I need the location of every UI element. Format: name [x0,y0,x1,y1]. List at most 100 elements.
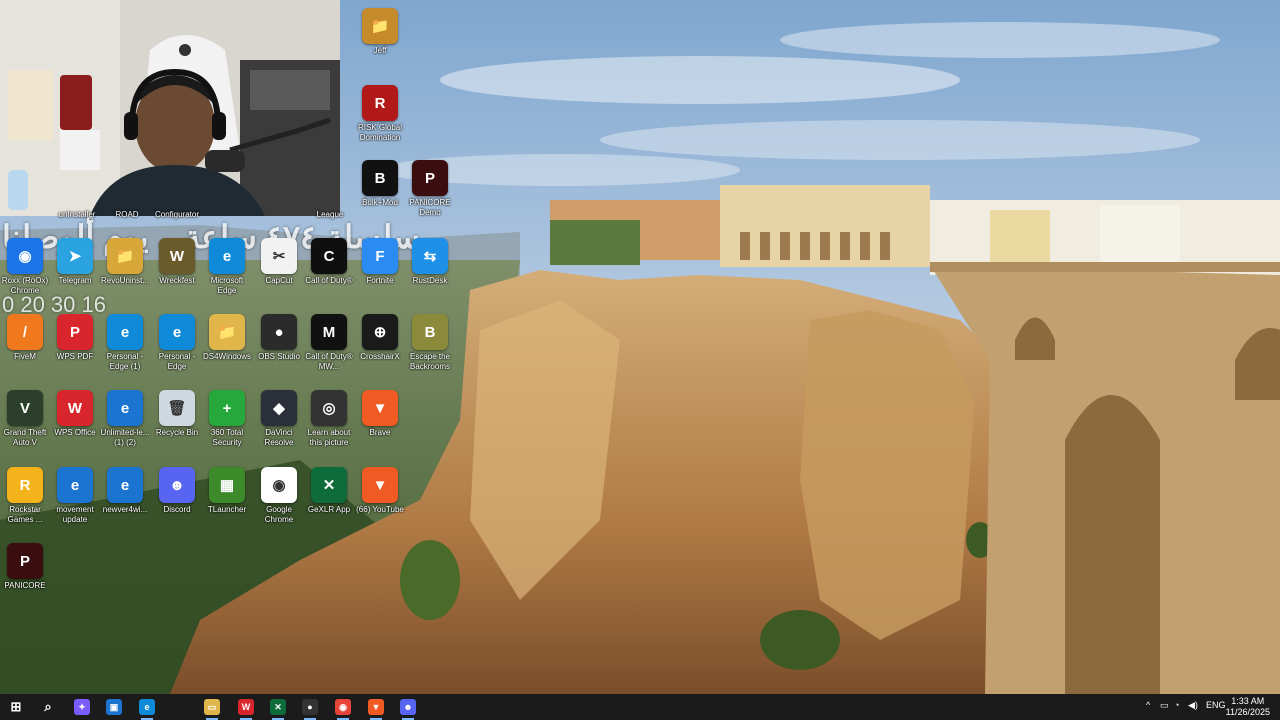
desktop-icon-panicore[interactable]: P PANICORE [0,543,50,591]
taskbar-obs-button[interactable]: ● [300,697,320,720]
taskbar-store-button[interactable]: ▣ [104,697,124,717]
desktop-icon-label: movement update [56,505,94,524]
desktop-icon-jeff[interactable]: 📁 Jeff [355,8,405,56]
ds4-icon: 📁 [209,314,245,350]
cod-icon: C [311,238,347,274]
desktop-icon-davinci[interactable]: ◆ DaVinci Resolve [254,390,304,448]
desktop-icon-label: WPS PDF [56,352,94,361]
taskbar-discord-button[interactable]: ☻ [398,697,418,720]
desktop-icon-gta[interactable]: V Grand Theft Auto V [0,390,50,448]
desktop-icon-youtube[interactable]: ▼ (66) YouTube [355,467,405,515]
system-tray: ^ ▭ ◔ ◀) ENG 1:33 AM 11/26/2025 [1140,694,1280,720]
desktop-icon-bulk[interactable]: B Bulk+Mod [355,160,405,208]
desktop-icon-unk1[interactable]: ?unInstaller [52,208,102,220]
desktop-icon-risk[interactable]: R RISK Global Domination [355,85,405,143]
desktop-icon-unlimited[interactable]: e Unlimited-le... (1) (2) [100,390,150,448]
desktop-icon-fortnite[interactable]: F Fortnite [355,238,405,286]
desktop-icon-learn[interactable]: ◎ Learn about this picture [304,390,354,448]
taskbar-search-button[interactable]: ⌕ [38,697,58,717]
desktop-icon-wpspdf[interactable]: P WPS PDF [50,314,100,362]
desktop-icon-wreckfest[interactable]: W Wreckfest [152,238,202,286]
desktop-icon-rustdesk[interactable]: ⇆ RustDesk [405,238,455,286]
taskbar-start-button[interactable]: ⊞ [6,697,26,717]
desktop-icon-discord[interactable]: ☻ Discord [152,467,202,515]
rockstar-icon: R [7,467,43,503]
brave-icon: ▼ [368,699,384,715]
desktop-icon-edge[interactable]: e Microsoft Edge [202,238,252,296]
desktop-icon-label: Configurator [154,210,200,219]
desktop-icon-label: Brave [369,428,391,437]
desktop-icon-ds4[interactable]: 📁 DS4Windows [202,314,252,362]
desktop-icon-label: Wreckfest [159,276,195,285]
desktop-icon-tlauncher[interactable]: ▦ TLauncher [202,467,252,515]
desktop-icon-cod[interactable]: C Call of Duty® [304,238,354,286]
webcam-overlay [0,0,340,216]
tray-wifi-icon[interactable]: ◔ [1174,700,1179,710]
taskbar-edge-button[interactable]: e [137,697,157,720]
panicore-demo-icon: P [412,160,448,196]
desktop-icon-unk2[interactable]: ?ROAD [102,208,152,220]
telegram-icon: ➤ [57,238,93,274]
desktop-icon-label: ROAD [115,210,139,219]
tray-volume-icon[interactable]: ◀) [1188,700,1198,711]
taskbar-chrome-button[interactable]: ◉ [333,697,353,720]
taskbar-brave-button[interactable]: ▼ [366,697,386,720]
desktop-icon-label: Fortnite [366,276,394,285]
taskbar-wps-button[interactable]: W [236,697,256,720]
desktop-icon-label: unInstaller [58,210,96,219]
desktop-icon-label: (66) YouTube [356,505,404,514]
desktop-icon-rockstar[interactable]: R Rockstar Games ... [0,467,50,525]
desktop-icon-movement[interactable]: e movement update [50,467,100,525]
wpsoffice-icon: W [57,390,93,426]
desktop-icon-revo[interactable]: 📁 RevoUninst... [100,238,150,286]
discord-icon: ☻ [400,699,416,715]
taskbar-gexlr-button[interactable]: ✕ [268,697,288,720]
desktop-icon-label: Google Chrome [264,505,294,524]
roxx-icon: ◉ [7,238,43,274]
desktop-icon-panicore-demo[interactable]: P PANICORE Demo [405,160,455,218]
movement-icon: e [57,467,93,503]
desktop-icon-crosshairx[interactable]: ⊕ CrosshairX [355,314,405,362]
unlimited-icon: e [107,390,143,426]
store-icon: ▣ [106,699,122,715]
desktop-icon-recycle[interactable]: 🗑 Recycle Bin [152,390,202,438]
taskbar-explorer-button[interactable]: ▭ [202,697,222,720]
360-icon: + [209,390,245,426]
edge-icon: e [209,238,245,274]
desktop-icon-label: CapCut [265,276,293,285]
desktop-icon-label: Roxx (RoOx) Chrome [1,276,49,295]
desktop-icon-fivem[interactable]: / FiveM [0,314,50,362]
desktop-icon-360[interactable]: +360 Total Security [202,390,252,448]
desktop-icon-newver[interactable]: e newver4wi... [100,467,150,515]
desktop-icon-backrooms[interactable]: B Escape the Backrooms [405,314,455,372]
desktop-icon-label: Microsoft Edge [210,276,244,295]
desktop-icon-league[interactable]: ?League [305,208,355,220]
tray-chevron-icon[interactable]: ^ [1146,700,1150,710]
revo-icon: 📁 [107,238,143,274]
wps-icon: W [238,699,254,715]
tray-network-icon[interactable]: ▭ [1160,700,1169,711]
desktop-icon-personal2[interactable]: e Personal - Edge [152,314,202,372]
desktop-icon-wpsoffice[interactable]: W WPS Office [50,390,100,438]
tray-language[interactable]: ENG [1206,700,1226,710]
desktop-icon-brave[interactable]: ▼ Brave [355,390,405,438]
desktop-icon-label: Jeff [373,46,387,55]
desktop-icon-label: Rockstar Games ... [7,505,43,524]
desktop-icon-configurator[interactable]: ?Configurator [152,208,202,220]
desktop-icon-roxx[interactable]: ◉ Roxx (RoOx) Chrome [0,238,50,296]
desktop-icon-gexlr[interactable]: ✕ GeXLR App [304,467,354,515]
desktop-icon-label: DS4Windows [202,352,251,361]
desktop-icon-telegram[interactable]: ➤ Telegram [50,238,100,286]
desktop-icon-chrome[interactable]: ◉ Google Chrome [254,467,304,525]
taskbar-copilot-button[interactable]: ✦ [72,697,92,717]
jeff-icon: 📁 [362,8,398,44]
desktop-icon-capcut[interactable]: ✂ CapCut [254,238,304,286]
risk-icon: R [362,85,398,121]
mw3-icon: M [311,314,347,350]
desktop-icon-obs[interactable]: ● OBS Studio [254,314,304,362]
taskbar-clock[interactable]: 1:33 AM 11/26/2025 [1226,696,1270,718]
davinci-icon: ◆ [261,390,297,426]
desktop-icon-personal1[interactable]: e Personal - Edge (1) [100,314,150,372]
desktop-icon-label: RustDesk [412,276,448,285]
desktop-icon-mw3[interactable]: M Call of Duty® MW... [304,314,354,372]
